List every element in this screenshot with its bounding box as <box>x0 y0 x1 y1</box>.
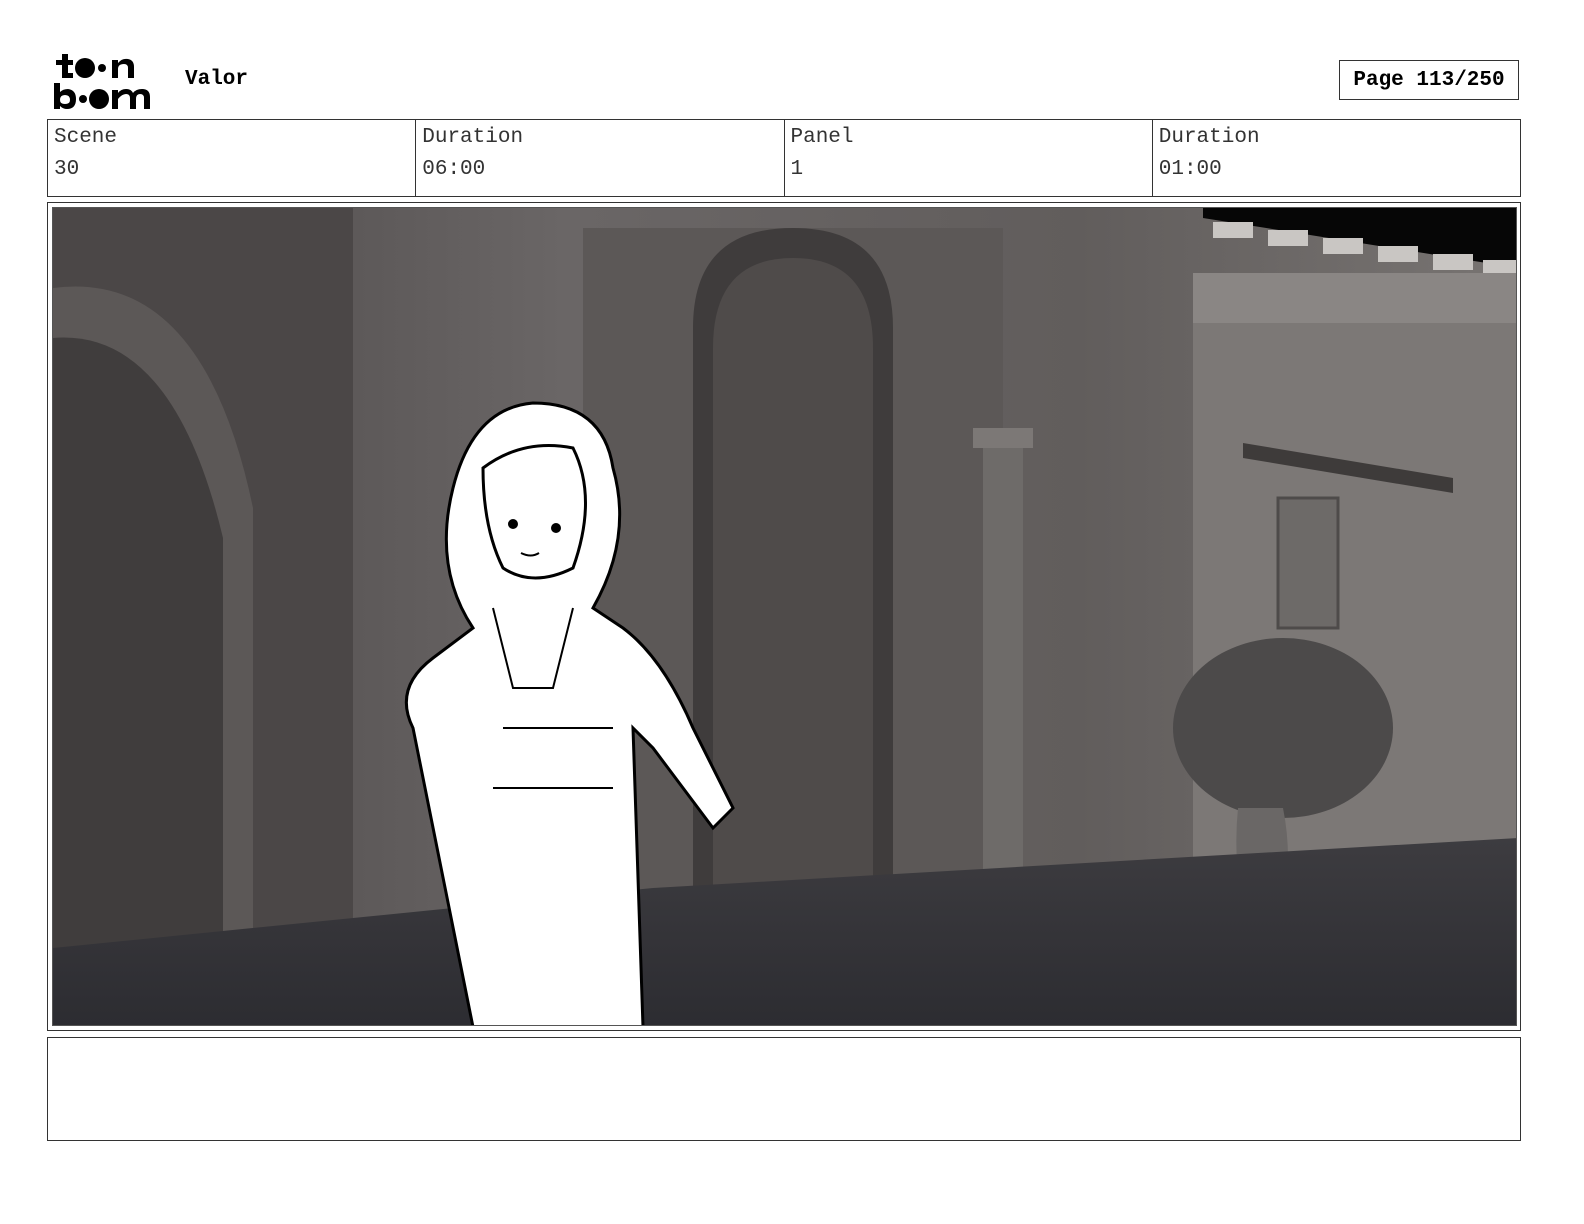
toon-boom-logo <box>52 50 164 112</box>
scene-duration-cell: Duration 06:00 <box>416 120 785 196</box>
project-title: Valor <box>185 68 249 91</box>
scene-cell: Scene 30 <box>48 120 417 196</box>
panel-cell: Panel 1 <box>785 120 1153 196</box>
panel-value: 1 <box>790 158 804 181</box>
panel-notes-box[interactable] <box>47 1037 1521 1141</box>
scene-info-table: Scene 30 Duration 06:00 Panel 1 Duration… <box>47 119 1521 197</box>
scene-value: 30 <box>54 158 80 181</box>
scene-duration-value: 06:00 <box>422 158 486 181</box>
panel-duration-label: Duration <box>1158 126 1260 149</box>
panel-duration-value: 01:00 <box>1158 158 1222 181</box>
toon-boom-logo-icon <box>54 54 150 109</box>
storyboard-sketch-image <box>53 208 1516 1025</box>
scene-label: Scene <box>54 126 118 149</box>
scene-duration-label: Duration <box>422 126 524 149</box>
storyboard-panel-image <box>52 207 1517 1026</box>
page-indicator: Page 113/250 <box>1339 60 1519 100</box>
panel-label: Panel <box>790 126 854 149</box>
panel-duration-cell: Duration 01:00 <box>1153 120 1520 196</box>
